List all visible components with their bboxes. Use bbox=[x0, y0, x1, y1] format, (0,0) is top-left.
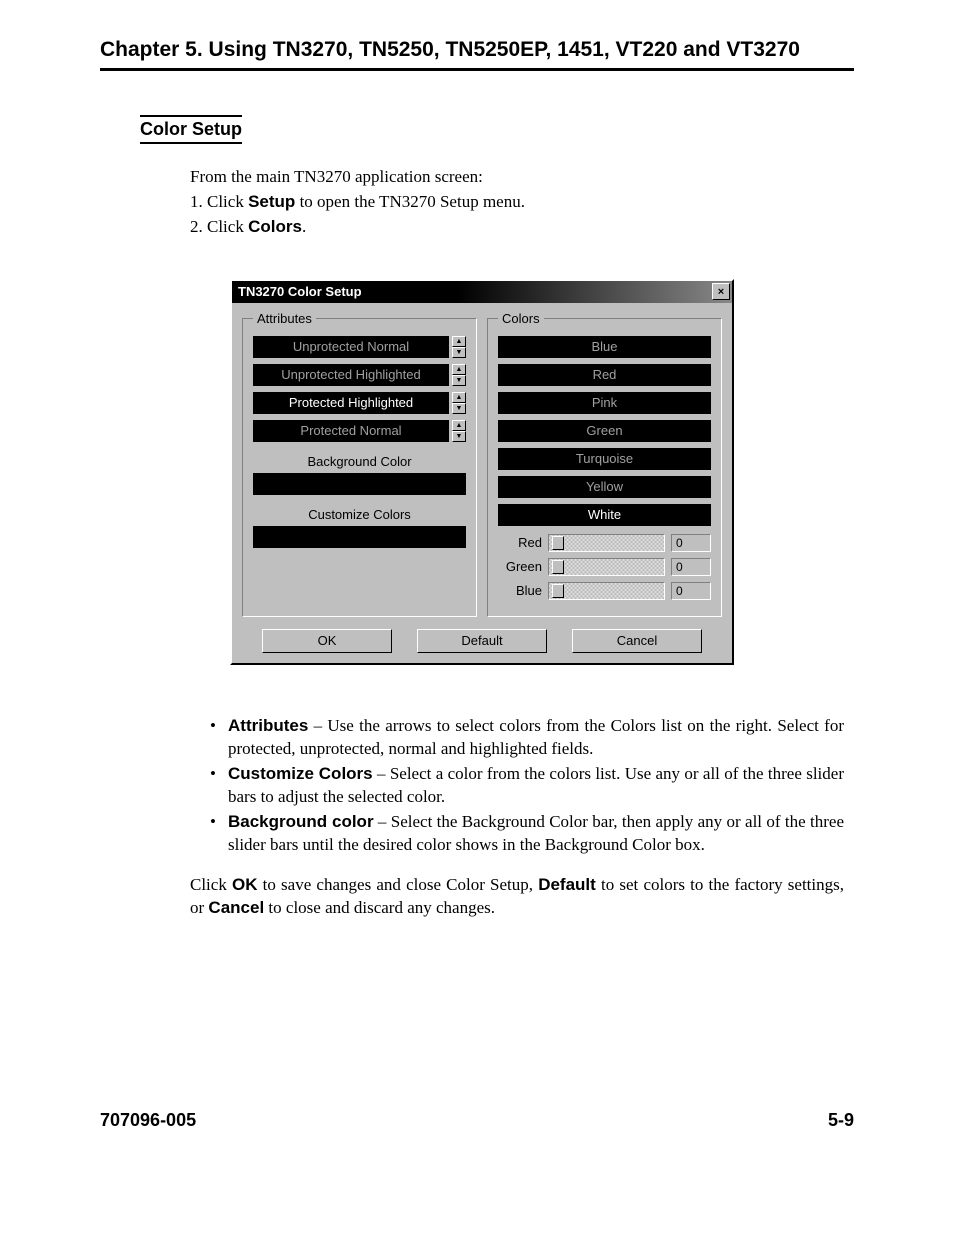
attr-unprotected-normal[interactable]: Unprotected Normal bbox=[253, 336, 449, 358]
attr-protected-highlighted[interactable]: Protected Highlighted bbox=[253, 392, 449, 414]
background-color-swatch[interactable] bbox=[253, 473, 466, 495]
section-heading: Color Setup bbox=[140, 115, 242, 144]
color-green[interactable]: Green bbox=[498, 420, 711, 442]
attr-spinner[interactable]: ▲▼ bbox=[452, 392, 466, 414]
arrow-up-icon: ▲ bbox=[452, 392, 466, 403]
dialog-titlebar: TN3270 Color Setup × bbox=[232, 281, 732, 303]
cancel-button[interactable]: Cancel bbox=[572, 629, 702, 653]
close-button[interactable]: × bbox=[712, 283, 730, 300]
color-yellow[interactable]: Yellow bbox=[498, 476, 711, 498]
background-color-label: Background Color bbox=[253, 454, 466, 469]
color-blue[interactable]: Blue bbox=[498, 336, 711, 358]
customize-colors-label: Customize Colors bbox=[253, 507, 466, 522]
attr-unprotected-highlighted[interactable]: Unprotected Highlighted bbox=[253, 364, 449, 386]
slider-blue-value[interactable]: 0 bbox=[671, 582, 711, 600]
arrow-down-icon: ▼ bbox=[452, 403, 466, 414]
slider-blue[interactable] bbox=[548, 582, 665, 600]
dialog-title: TN3270 Color Setup bbox=[238, 284, 362, 299]
customize-color-swatch[interactable] bbox=[253, 526, 466, 548]
attr-spinner[interactable]: ▲▼ bbox=[452, 336, 466, 358]
arrow-down-icon: ▼ bbox=[452, 431, 466, 442]
slider-red-value[interactable]: 0 bbox=[671, 534, 711, 552]
color-red[interactable]: Red bbox=[498, 364, 711, 386]
color-pink[interactable]: Pink bbox=[498, 392, 711, 414]
color-turquoise[interactable]: Turquoise bbox=[498, 448, 711, 470]
slider-green-value[interactable]: 0 bbox=[671, 558, 711, 576]
intro-lead: From the main TN3270 application screen: bbox=[190, 166, 844, 189]
close-icon: × bbox=[718, 286, 724, 298]
slider-thumb-icon bbox=[552, 560, 564, 574]
attr-spinner[interactable]: ▲▼ bbox=[452, 420, 466, 442]
page-footer: 707096-005 5-9 bbox=[100, 1110, 854, 1131]
arrow-up-icon: ▲ bbox=[452, 364, 466, 375]
bullet-attributes: • Attributes – Use the arrows to select … bbox=[210, 715, 844, 761]
arrow-up-icon: ▲ bbox=[452, 336, 466, 347]
slider-red-label: Red bbox=[498, 535, 542, 550]
default-button[interactable]: Default bbox=[417, 629, 547, 653]
intro-step-1: 1. Click Setup to open the TN3270 Setup … bbox=[190, 191, 844, 214]
slider-green-label: Green bbox=[498, 559, 542, 574]
attr-spinner[interactable]: ▲▼ bbox=[452, 364, 466, 386]
arrow-up-icon: ▲ bbox=[452, 420, 466, 431]
slider-green[interactable] bbox=[548, 558, 665, 576]
attributes-legend: Attributes bbox=[253, 311, 316, 326]
colors-legend: Colors bbox=[498, 311, 544, 326]
closing-paragraph: Click OK to save changes and close Color… bbox=[190, 874, 844, 920]
attr-protected-normal[interactable]: Protected Normal bbox=[253, 420, 449, 442]
attributes-group: Attributes Unprotected Normal ▲▼ Unprote… bbox=[242, 311, 477, 617]
bullet-background-color: • Background color – Select the Backgrou… bbox=[210, 811, 844, 857]
doc-number: 707096-005 bbox=[100, 1110, 196, 1131]
color-white[interactable]: White bbox=[498, 504, 711, 526]
bullet-customize-colors: • Customize Colors – Select a color from… bbox=[210, 763, 844, 809]
arrow-down-icon: ▼ bbox=[452, 375, 466, 386]
color-setup-dialog: TN3270 Color Setup × Attributes Unprotec… bbox=[230, 279, 734, 665]
page-number: 5-9 bbox=[828, 1110, 854, 1131]
slider-red[interactable] bbox=[548, 534, 665, 552]
intro-step-2: 2. Click Colors. bbox=[190, 216, 844, 239]
bullet-list: • Attributes – Use the arrows to select … bbox=[210, 715, 844, 857]
intro-text: From the main TN3270 application screen:… bbox=[190, 166, 844, 239]
colors-group: Colors Blue Red Pink Green Turquoise Yel… bbox=[487, 311, 722, 617]
chapter-title: Chapter 5. Using TN3270, TN5250, TN5250E… bbox=[100, 38, 854, 71]
slider-blue-label: Blue bbox=[498, 583, 542, 598]
slider-thumb-icon bbox=[552, 536, 564, 550]
arrow-down-icon: ▼ bbox=[452, 347, 466, 358]
ok-button[interactable]: OK bbox=[262, 629, 392, 653]
slider-thumb-icon bbox=[552, 584, 564, 598]
